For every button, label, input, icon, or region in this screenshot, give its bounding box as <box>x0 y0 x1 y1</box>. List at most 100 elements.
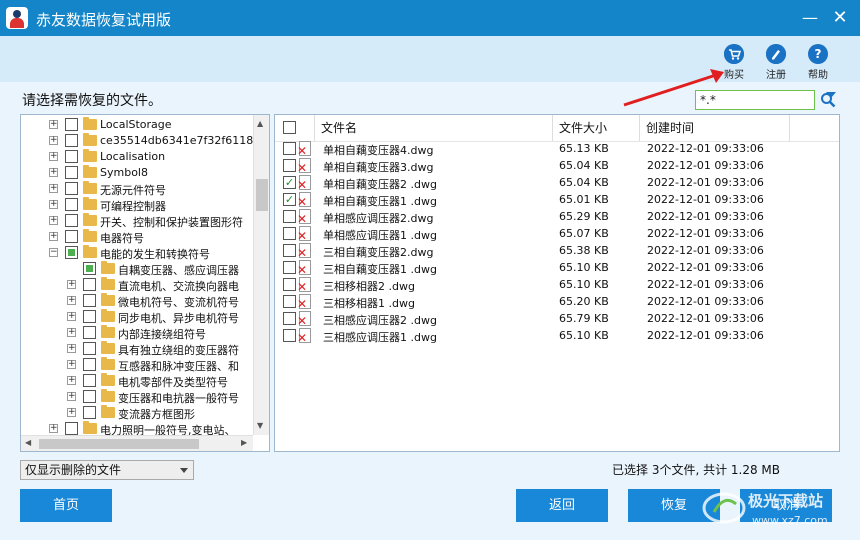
tree-item[interactable]: + 变流器方框图形 <box>21 405 253 421</box>
tree-item[interactable]: + LocalStorage <box>21 117 253 133</box>
row-checkbox[interactable] <box>283 261 296 274</box>
tree-item[interactable]: + 内部连接绕组符号 <box>21 325 253 341</box>
tree-item[interactable]: + Symbol8 <box>21 165 253 181</box>
scroll-down-icon[interactable]: ▼ <box>257 421 263 430</box>
expand-icon[interactable]: + <box>49 200 58 209</box>
tree-item-checkbox[interactable] <box>65 134 78 147</box>
table-row[interactable]: ✓ ✕ 单相自藕变压器1 .dwg 65.01 KB 2022-12-01 09:33:… <box>275 191 839 208</box>
register-button[interactable]: 注册 <box>758 44 794 81</box>
expand-icon[interactable]: + <box>67 408 76 417</box>
tree-item[interactable]: + ce35514db6341e7f32f6118924 <box>21 133 269 149</box>
search-icon[interactable] <box>820 92 836 108</box>
row-checkbox[interactable] <box>283 227 296 240</box>
table-row[interactable]: ✕ 单相感应调压器2.dwg 65.29 KB 2022-12-01 09:33:06 <box>275 208 839 225</box>
tree-item[interactable]: + 电机零部件及类型符号 <box>21 373 253 389</box>
row-checkbox[interactable]: ✓ <box>283 193 296 206</box>
table-row[interactable]: ✕ 三相感应调压器1 .dwg 65.10 KB 2022-12-01 09:33:0… <box>275 327 839 344</box>
row-checkbox[interactable] <box>283 295 296 308</box>
tree-item[interactable]: + 电器符号 <box>21 229 253 245</box>
row-checkbox[interactable] <box>283 329 296 342</box>
close-button[interactable]: ✕ <box>828 6 852 30</box>
home-button[interactable]: 首页 <box>20 489 112 522</box>
tree-item-checkbox[interactable] <box>65 166 78 179</box>
expand-icon[interactable]: + <box>67 376 76 385</box>
tree-item-checkbox[interactable] <box>83 374 96 387</box>
tree-scroll-thumb[interactable] <box>256 179 268 211</box>
expand-icon[interactable]: + <box>49 232 58 241</box>
help-button[interactable]: ? 帮助 <box>800 44 836 81</box>
tree-vertical-scrollbar[interactable]: ▲ ▼ <box>253 115 269 435</box>
tree-hscroll-thumb[interactable] <box>39 439 199 449</box>
column-header-name[interactable]: 文件名 <box>315 115 553 141</box>
tree-item[interactable]: 自耦变压器、感应调压器 <box>21 261 253 277</box>
tree-item-checkbox[interactable] <box>65 198 78 211</box>
expand-icon[interactable]: + <box>67 328 76 337</box>
expand-icon[interactable]: + <box>67 360 76 369</box>
row-checkbox[interactable] <box>283 142 296 155</box>
tree-item[interactable]: + Localisation <box>21 149 253 165</box>
expand-icon[interactable]: + <box>67 280 76 289</box>
row-checkbox[interactable] <box>283 244 296 257</box>
column-header-size[interactable]: 文件大小 <box>553 115 640 141</box>
tree-item-checkbox[interactable] <box>83 262 96 275</box>
tree-item-checkbox[interactable] <box>65 182 78 195</box>
filter-dropdown[interactable]: 仅显示删除的文件 <box>20 460 194 480</box>
minimize-button[interactable]: — <box>798 6 822 30</box>
expand-icon[interactable]: + <box>49 152 58 161</box>
tree-item-checkbox[interactable] <box>65 214 78 227</box>
expand-icon[interactable]: + <box>49 424 58 433</box>
select-all-checkbox[interactable] <box>283 121 296 134</box>
tree-item[interactable]: + 变压器和电抗器一般符号 <box>21 389 253 405</box>
collapse-icon[interactable]: − <box>49 248 58 257</box>
table-row[interactable]: ✕ 三相自藕变压器1 .dwg 65.10 KB 2022-12-01 09:33:0… <box>275 259 839 276</box>
tree-item[interactable]: + 微电机符号、变流机符号 <box>21 293 253 309</box>
tree-horizontal-scrollbar[interactable]: ◀ ▶ <box>21 435 253 451</box>
tree-item-checkbox[interactable] <box>65 150 78 163</box>
table-row[interactable]: ✕ 三相移相器2 .dwg 65.10 KB 2022-12-01 09:33:06 <box>275 276 839 293</box>
expand-icon[interactable]: + <box>49 184 58 193</box>
tree-item-checkbox[interactable] <box>83 342 96 355</box>
tree-item[interactable]: + 互感器和脉冲变压器、和 <box>21 357 253 373</box>
tree-item-checkbox[interactable] <box>83 390 96 403</box>
expand-icon[interactable]: + <box>67 392 76 401</box>
row-checkbox[interactable] <box>283 278 296 291</box>
row-checkbox[interactable] <box>283 210 296 223</box>
tree-item[interactable]: − 电能的发生和转换符号 <box>21 245 253 261</box>
tree-item-checkbox[interactable] <box>83 358 96 371</box>
expand-icon[interactable]: + <box>49 120 58 129</box>
table-row[interactable]: ✕ 单相感应调压器1 .dwg 65.07 KB 2022-12-01 09:33:0… <box>275 225 839 242</box>
table-row[interactable]: ✕ 三相移相器1 .dwg 65.20 KB 2022-12-01 09:33:06 <box>275 293 839 310</box>
row-checkbox[interactable] <box>283 312 296 325</box>
expand-icon[interactable]: + <box>67 312 76 321</box>
tree-item[interactable]: + 可编程控制器 <box>21 197 253 213</box>
row-checkbox[interactable]: ✓ <box>283 176 296 189</box>
table-row[interactable]: ✕ 三相感应调压器2 .dwg 65.79 KB 2022-12-01 09:33:0… <box>275 310 839 327</box>
tree-item[interactable]: + 无源元件符号 <box>21 181 253 197</box>
scroll-up-icon[interactable]: ▲ <box>257 119 263 128</box>
tree-item-checkbox[interactable] <box>83 406 96 419</box>
tree-item-checkbox[interactable] <box>65 230 78 243</box>
tree-item-checkbox[interactable] <box>83 294 96 307</box>
table-row[interactable]: ✕ 单相自藕变压器3.dwg 65.04 KB 2022-12-01 09:33:06 <box>275 157 839 174</box>
expand-icon[interactable]: + <box>49 216 58 225</box>
recover-button[interactable]: 恢复 <box>628 489 720 522</box>
tree-item[interactable]: + 同步电机、异步电机符号 <box>21 309 253 325</box>
tree-item-checkbox[interactable] <box>83 326 96 339</box>
table-row[interactable]: ✕ 三相自藕变压器2.dwg 65.38 KB 2022-12-01 09:33:06 <box>275 242 839 259</box>
scroll-left-icon[interactable]: ◀ <box>25 438 31 447</box>
scroll-right-icon[interactable]: ▶ <box>241 438 247 447</box>
table-row[interactable]: ✓ ✕ 单相自藕变压器2 .dwg 65.04 KB 2022-12-01 09:33:… <box>275 174 839 191</box>
expand-icon[interactable]: + <box>67 296 76 305</box>
tree-item[interactable]: + 开关、控制和保护装置图形符 <box>21 213 253 229</box>
tree-item-checkbox[interactable] <box>65 422 78 435</box>
tree-item[interactable]: + 直流电机、交流换向器电 <box>21 277 253 293</box>
cancel-button[interactable]: 取消 <box>740 489 832 522</box>
table-row[interactable]: ✕ 单相自藕变压器4.dwg 65.13 KB 2022-12-01 09:33:06 <box>275 140 839 157</box>
tree-item[interactable]: + 具有独立绕组的变压器符 <box>21 341 253 357</box>
row-checkbox[interactable] <box>283 159 296 172</box>
search-input[interactable] <box>695 90 815 110</box>
tree-item-checkbox[interactable] <box>65 246 78 259</box>
back-button[interactable]: 返回 <box>516 489 608 522</box>
expand-icon[interactable]: + <box>67 344 76 353</box>
column-header-time[interactable]: 创建时间 <box>640 115 790 141</box>
